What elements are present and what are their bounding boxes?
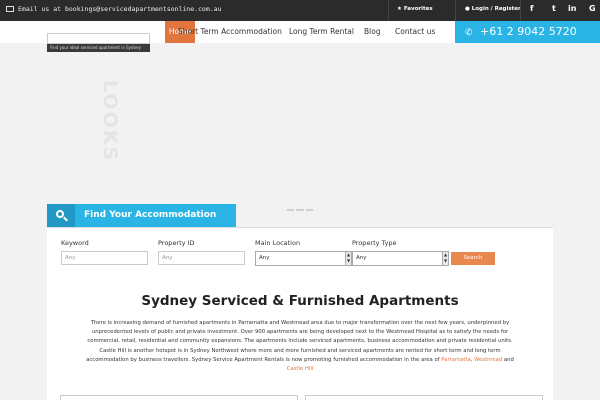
phone-button[interactable]: ✆ +61 2 9042 5720: [455, 21, 600, 43]
mini-search-tooltip: Find your ideal serviced apartment in Sy…: [47, 44, 150, 52]
slider-dot[interactable]: [287, 209, 295, 214]
nav-long-term[interactable]: Long Term Rental: [289, 21, 354, 43]
property-id-label: Property ID: [158, 239, 195, 247]
content-paragraph: There is increasing demand of furnished …: [86, 320, 514, 373]
main-location-label: Main Location: [255, 239, 301, 247]
property-type-select[interactable]: Any ▲ ▼: [352, 251, 449, 266]
and-text: and: [503, 356, 514, 363]
find-accommodation-title: Find Your Accommodation: [84, 210, 217, 220]
email-label: Email us at: [18, 5, 62, 13]
slider-indicator[interactable]: [287, 209, 313, 214]
login-register-link[interactable]: ● Login / Register: [465, 6, 521, 12]
content-section: Sydney Serviced & Furnished Apartments T…: [47, 287, 553, 400]
twitter-icon[interactable]: t: [552, 4, 556, 13]
email-contact[interactable]: Email us at bookings@servicedapartmentso…: [6, 5, 222, 13]
nav-blog[interactable]: Blog: [364, 21, 381, 43]
select-arrows-icon: ▲ ▼: [345, 252, 351, 265]
slider-dot[interactable]: [305, 209, 313, 214]
search-icon: [47, 204, 75, 227]
envelope-icon: [6, 6, 14, 12]
main-location-value: Any: [259, 255, 270, 261]
divider: [455, 0, 456, 21]
main-location-select[interactable]: Any ▲ ▼: [255, 251, 352, 266]
keyword-input[interactable]: Any: [61, 251, 148, 265]
login-label: Login / Register: [471, 6, 521, 12]
facebook-icon[interactable]: f: [530, 4, 533, 13]
nav-short-term[interactable]: Short Term Accommodation: [178, 21, 282, 43]
linkedin-icon[interactable]: in: [568, 4, 576, 13]
keyword-label: Keyword: [61, 239, 89, 247]
google-icon[interactable]: G: [589, 4, 596, 13]
star-icon: ★: [397, 6, 404, 12]
search-button[interactable]: Search: [451, 252, 495, 265]
slider-dot[interactable]: [296, 209, 304, 214]
listing-card[interactable]: [60, 395, 298, 400]
listing-card[interactable]: [305, 395, 543, 400]
favorites-link[interactable]: ★ Favorites: [397, 6, 433, 12]
hero-word: LOOKS: [99, 80, 121, 163]
top-bar: Email us at bookings@servicedapartmentso…: [0, 0, 600, 21]
user-icon: ●: [465, 6, 472, 12]
phone-number: +61 2 9042 5720: [480, 25, 577, 38]
property-type-label: Property Type: [352, 239, 397, 247]
phone-icon: ✆: [465, 28, 473, 38]
page: Email us at bookings@servicedapartmentso…: [0, 0, 600, 400]
property-type-value: Any: [356, 255, 367, 261]
mini-search-input[interactable]: [47, 33, 150, 44]
parramatta-link[interactable]: Parramatta: [441, 357, 471, 363]
find-accommodation-header: Find Your Accommodation: [47, 204, 236, 227]
westmead-link[interactable]: Westmead: [474, 357, 502, 363]
select-arrows-icon: ▲ ▼: [442, 252, 448, 265]
divider: [388, 0, 389, 21]
favorites-label: Favorites: [403, 6, 433, 12]
email-address[interactable]: bookings@servicedapartmentsonline.com.au: [65, 5, 222, 13]
nav-contact[interactable]: Contact us: [395, 21, 435, 43]
property-id-input[interactable]: Any: [158, 251, 245, 265]
search-panel: Keyword Any Property ID Any Main Locatio…: [47, 227, 553, 287]
castle-hill-link[interactable]: Castle Hill: [287, 366, 314, 372]
content-title: Sydney Serviced & Furnished Apartments: [141, 293, 459, 309]
divider: [520, 0, 521, 21]
